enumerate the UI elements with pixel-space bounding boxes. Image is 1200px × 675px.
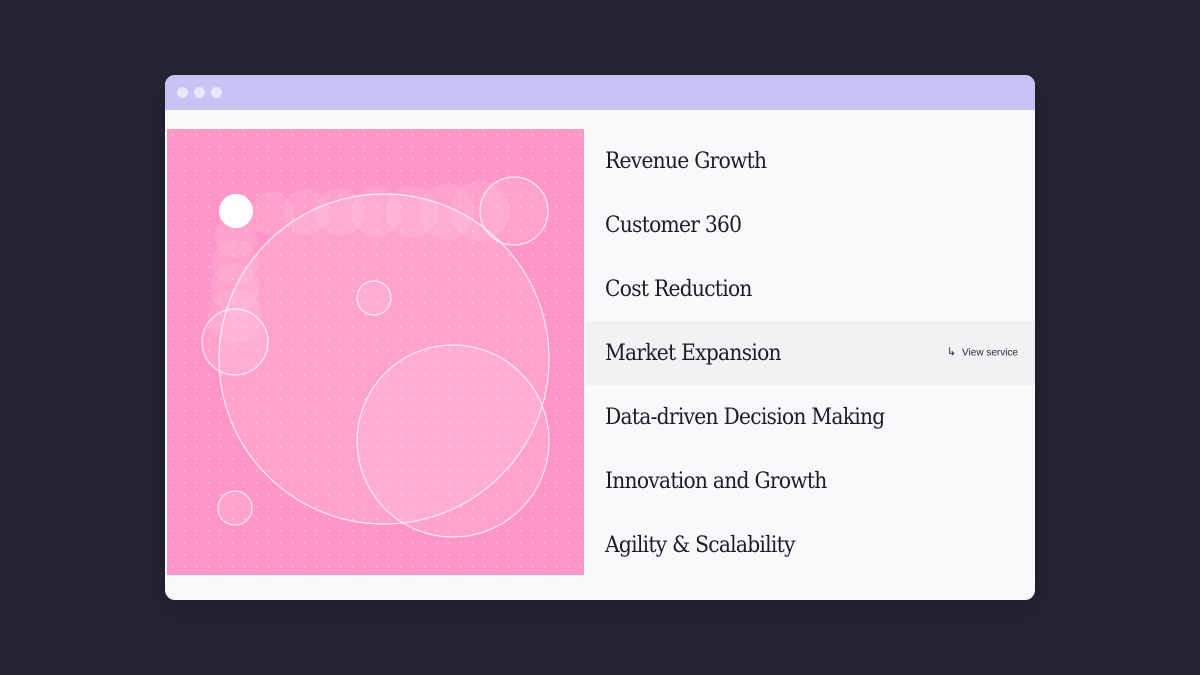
small-circle — [479, 176, 549, 246]
window-control-dot[interactable] — [211, 87, 222, 98]
hero-illustration — [167, 129, 584, 575]
menu-item-label: Agility & Scalability — [605, 532, 795, 558]
tiny-circle — [356, 280, 392, 316]
return-arrow-icon: ↳ — [946, 346, 957, 359]
small-circle — [201, 308, 269, 376]
menu-item-innovation-and-growth[interactable]: Innovation and Growth — [585, 449, 1035, 513]
window-titlebar — [165, 75, 1035, 110]
window-control-dot[interactable] — [177, 87, 188, 98]
menu-item-label: Market Expansion — [605, 340, 782, 366]
menu-item-data-driven-decision-making[interactable]: Data-driven Decision Making — [585, 385, 1035, 449]
menu-item-label: Customer 360 — [605, 212, 742, 238]
browser-window: Revenue Growth Customer 360 Cost Reducti… — [165, 75, 1035, 600]
menu-item-market-expansion[interactable]: Market Expansion ↳ View service — [585, 321, 1035, 385]
solid-white-circle — [219, 194, 253, 228]
medium-circle — [356, 344, 550, 538]
menu-item-label: Cost Reduction — [605, 276, 752, 302]
view-service-label: View service — [962, 347, 1018, 359]
menu-item-cost-reduction[interactable]: Cost Reduction — [585, 257, 1035, 321]
circles-artwork — [201, 176, 550, 538]
menu-item-label: Data-driven Decision Making — [605, 404, 885, 430]
services-menu: Revenue Growth Customer 360 Cost Reducti… — [585, 129, 1035, 575]
view-service-link[interactable]: ↳ View service — [946, 346, 1018, 359]
menu-item-label: Innovation and Growth — [605, 468, 827, 494]
tiny-circle — [217, 490, 253, 526]
menu-item-customer-360[interactable]: Customer 360 — [585, 193, 1035, 257]
menu-item-agility-scalability[interactable]: Agility & Scalability — [585, 513, 1035, 577]
menu-item-label: Revenue Growth — [605, 148, 767, 174]
menu-item-revenue-growth[interactable]: Revenue Growth — [585, 129, 1035, 193]
window-control-dot[interactable] — [194, 87, 205, 98]
